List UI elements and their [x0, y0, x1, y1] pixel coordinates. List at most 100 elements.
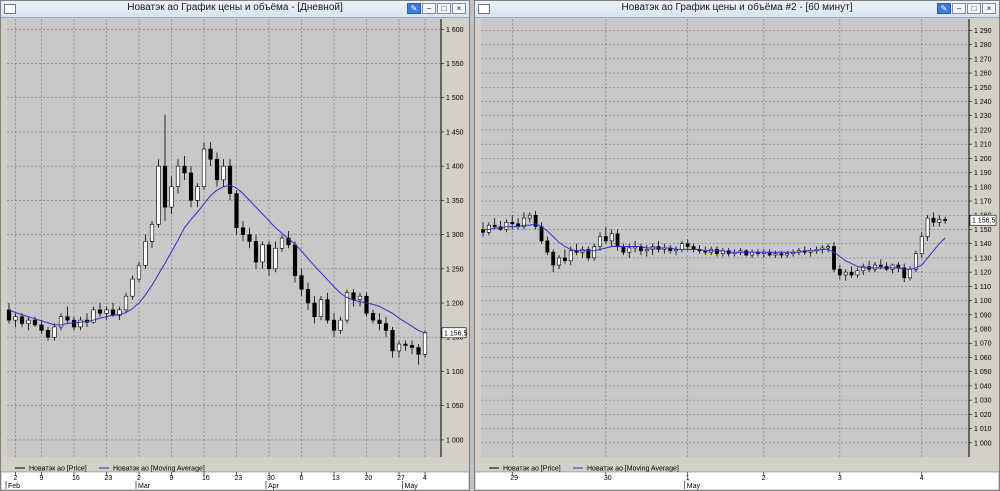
- candle-body: [931, 217, 936, 223]
- minimize-button[interactable]: –: [952, 3, 966, 14]
- y-tick-label: 1 350: [446, 198, 464, 205]
- candle-body: [273, 247, 278, 270]
- candle-body: [143, 241, 148, 266]
- candle-body: [551, 251, 556, 266]
- y-tick-label: 1 090: [974, 312, 992, 319]
- candle-body: [533, 214, 538, 227]
- candle-body: [644, 249, 649, 252]
- last-price-label: 1 156,5: [972, 218, 995, 225]
- candle-body: [32, 319, 38, 326]
- candle-body: [338, 319, 343, 331]
- y-tick-label: 1 040: [974, 383, 992, 390]
- window-titlebar[interactable]: Новатэк ао График цены и объёма #2 - [60…: [475, 1, 999, 18]
- candle-body: [873, 264, 877, 270]
- candle-body: [422, 332, 428, 355]
- candle-body: [403, 343, 408, 346]
- candle: [130, 275, 135, 300]
- x-tick-label: 27: [397, 475, 405, 482]
- x-tick-label: 9: [170, 475, 174, 482]
- y-tick-label: 1 260: [974, 71, 992, 78]
- candle-body: [685, 243, 690, 247]
- candle-body: [331, 319, 337, 331]
- candle-body: [370, 312, 376, 321]
- candle: [234, 190, 239, 235]
- y-tick-label: 1 020: [974, 412, 992, 419]
- candle-body: [715, 249, 719, 254]
- close-button[interactable]: ×: [452, 3, 466, 14]
- candle-body: [925, 217, 930, 237]
- candle-body: [937, 219, 942, 223]
- chart-window-60min[interactable]: Новатэк ао График цены и объёма #2 - [60…: [474, 0, 1000, 491]
- candle-body: [832, 246, 836, 270]
- candle-body: [679, 243, 684, 250]
- last-price-label: 1 156,5: [444, 330, 467, 337]
- minimize-button[interactable]: –: [422, 3, 436, 14]
- x-tick-label: 13: [332, 475, 340, 482]
- y-tick-label: 1 010: [974, 426, 992, 433]
- candle-body: [260, 244, 265, 263]
- x-tick-label: 29: [510, 475, 518, 482]
- candle-body: [156, 165, 161, 225]
- candle-body: [240, 227, 246, 235]
- candle-body: [6, 309, 12, 321]
- y-tick-label: 1 240: [974, 99, 992, 106]
- candle-body: [390, 330, 395, 352]
- price-chart-daily[interactable]: 1 600 1 550 1 500 1 450 1 400 1 350 1 300 1 250…: [1, 17, 469, 490]
- close-button[interactable]: ×: [982, 3, 996, 14]
- candle: [913, 250, 918, 273]
- candle-body: [627, 247, 632, 253]
- x-tick-label: 2: [14, 475, 18, 482]
- y-tick-label: 1 030: [974, 398, 992, 405]
- y-tick-label: 1 290: [974, 28, 992, 35]
- candle-body: [104, 309, 109, 314]
- candle-body: [785, 253, 790, 256]
- candle-body: [149, 224, 155, 242]
- candle-body: [364, 295, 369, 314]
- candle: [344, 289, 350, 324]
- candle-body: [919, 236, 924, 254]
- candle-body: [592, 246, 597, 259]
- chart-window-daily[interactable]: Новатэк ао График цены и объёма - [Дневн…: [0, 0, 470, 491]
- y-tick-label: 1 210: [974, 142, 992, 149]
- y-tick-label: 1 200: [446, 301, 464, 308]
- x-tick-label: 4: [423, 475, 427, 482]
- y-tick-label: 1 400: [446, 164, 464, 171]
- x-tick-label: 16: [202, 475, 210, 482]
- window-title: Новатэк ао График цены и объёма #2 - [60…: [621, 2, 853, 13]
- legend-entry-ma: Новатэк ао [Moving Average]: [113, 466, 205, 473]
- y-tick-label: 1 120: [974, 270, 992, 277]
- candle-body: [562, 257, 567, 262]
- window-titlebar[interactable]: Новатэк ао График цены и объёма - [Дневн…: [1, 1, 469, 18]
- maximize-button[interactable]: □: [437, 3, 451, 14]
- candle: [156, 159, 161, 228]
- y-tick-label: 1 150: [974, 227, 992, 234]
- candle-body: [71, 319, 77, 328]
- candle-body: [45, 330, 51, 338]
- pin-icon[interactable]: ✎: [407, 3, 421, 14]
- candle-body: [396, 343, 402, 352]
- candle-body: [169, 186, 174, 208]
- candle-body: [58, 316, 64, 328]
- y-tick-label: 1 130: [974, 255, 992, 262]
- price-chart-60min[interactable]: 1 2901 2801 2701 2601 2501 2401 2301 220…: [475, 17, 999, 490]
- pin-icon[interactable]: ✎: [937, 3, 951, 14]
- candle-body: [598, 236, 602, 247]
- y-tick-label: 1 250: [974, 85, 992, 92]
- y-tick-label: 1 000: [974, 440, 992, 447]
- candle-body: [837, 268, 842, 276]
- candle-body: [312, 302, 317, 318]
- candle: [592, 243, 597, 261]
- maximize-button[interactable]: □: [967, 3, 981, 14]
- x-tick-label: 16: [72, 475, 80, 482]
- candle: [201, 142, 207, 191]
- candle-body: [357, 295, 363, 300]
- x-tick-label: 2: [137, 475, 141, 482]
- y-tick-label: 1 550: [446, 61, 464, 68]
- candle-body: [615, 233, 620, 247]
- y-tick-label: 1 300: [446, 232, 464, 239]
- candle-body: [318, 299, 324, 318]
- y-tick-label: 1 230: [974, 113, 992, 120]
- candle-body: [247, 234, 252, 242]
- legend-entry-price: Новатэк ао [Price]: [29, 466, 87, 473]
- y-tick-label: 1 450: [446, 129, 464, 136]
